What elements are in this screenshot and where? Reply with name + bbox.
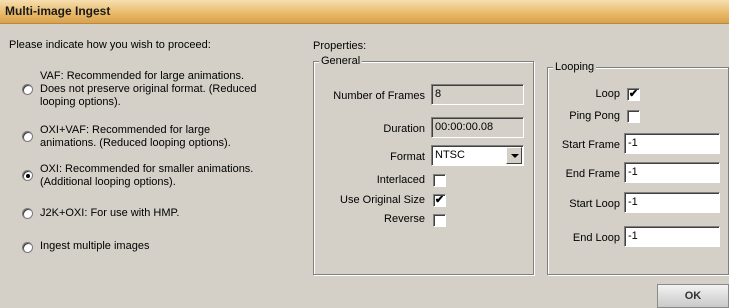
chevron-down-icon[interactable] <box>506 147 522 164</box>
radio-oxi[interactable] <box>22 170 33 181</box>
format-dropdown[interactable]: NTSC <box>431 145 524 166</box>
duration-field: 00:00:00.08 <box>431 117 524 138</box>
number-of-frames-label: Number of Frames <box>333 90 425 102</box>
start-frame-label: Start Frame <box>561 139 620 151</box>
window-title: Multi-image Ingest <box>5 4 111 18</box>
title-bar: Multi-image Ingest <box>0 0 729 24</box>
ok-button[interactable]: OK <box>657 284 729 308</box>
end-loop-input[interactable]: -1 <box>624 226 720 247</box>
end-frame-input[interactable]: -1 <box>624 162 720 183</box>
loop-label: Loop <box>595 88 620 100</box>
duration-label: Duration <box>383 123 425 135</box>
checkmark-icon: ✔ <box>434 194 445 206</box>
format-label: Format <box>390 151 425 163</box>
start-loop-input[interactable]: -1 <box>624 192 720 213</box>
general-group-title: General <box>319 55 363 68</box>
radio-oxi-vaf[interactable] <box>22 131 33 142</box>
instructions-text: Please indicate how you wish to proceed: <box>9 39 211 51</box>
interlaced-checkbox[interactable] <box>433 174 446 187</box>
format-value: NTSC <box>435 149 465 161</box>
use-original-size-label: Use Original Size <box>340 194 425 206</box>
properties-heading: Properties: <box>313 40 367 52</box>
reverse-checkbox[interactable] <box>433 214 446 227</box>
number-of-frames-field: 8 <box>431 84 524 105</box>
loop-checkbox[interactable]: ✔ <box>627 88 640 101</box>
end-frame-label: End Frame <box>565 168 620 180</box>
ping-pong-label: Ping Pong <box>569 110 620 122</box>
option-oxi-vaf-label[interactable]: OXI+VAF: Recommended for large animation… <box>40 124 231 150</box>
radio-ingest-multiple[interactable] <box>22 242 33 253</box>
end-loop-label: End Loop <box>572 232 620 244</box>
radio-vaf[interactable] <box>22 84 33 95</box>
option-j2k-oxi-label[interactable]: J2K+OXI: For use with HMP. <box>40 207 180 220</box>
radio-j2k-oxi[interactable] <box>22 208 33 219</box>
ping-pong-checkbox[interactable] <box>627 110 640 123</box>
start-frame-input[interactable]: -1 <box>624 133 720 154</box>
option-oxi-label[interactable]: OXI: Recommended for smaller animations.… <box>40 163 253 189</box>
checkmark-icon: ✔ <box>628 88 639 100</box>
looping-group-title: Looping <box>553 61 597 74</box>
start-loop-label: Start Loop <box>569 198 620 210</box>
option-ingest-multiple-label[interactable]: Ingest multiple images <box>40 240 149 253</box>
use-original-size-checkbox[interactable]: ✔ <box>433 194 446 207</box>
interlaced-label: Interlaced <box>376 174 425 186</box>
reverse-label: Reverse <box>384 213 425 225</box>
option-vaf-label[interactable]: VAF: Recommended for large animations. D… <box>40 70 256 109</box>
